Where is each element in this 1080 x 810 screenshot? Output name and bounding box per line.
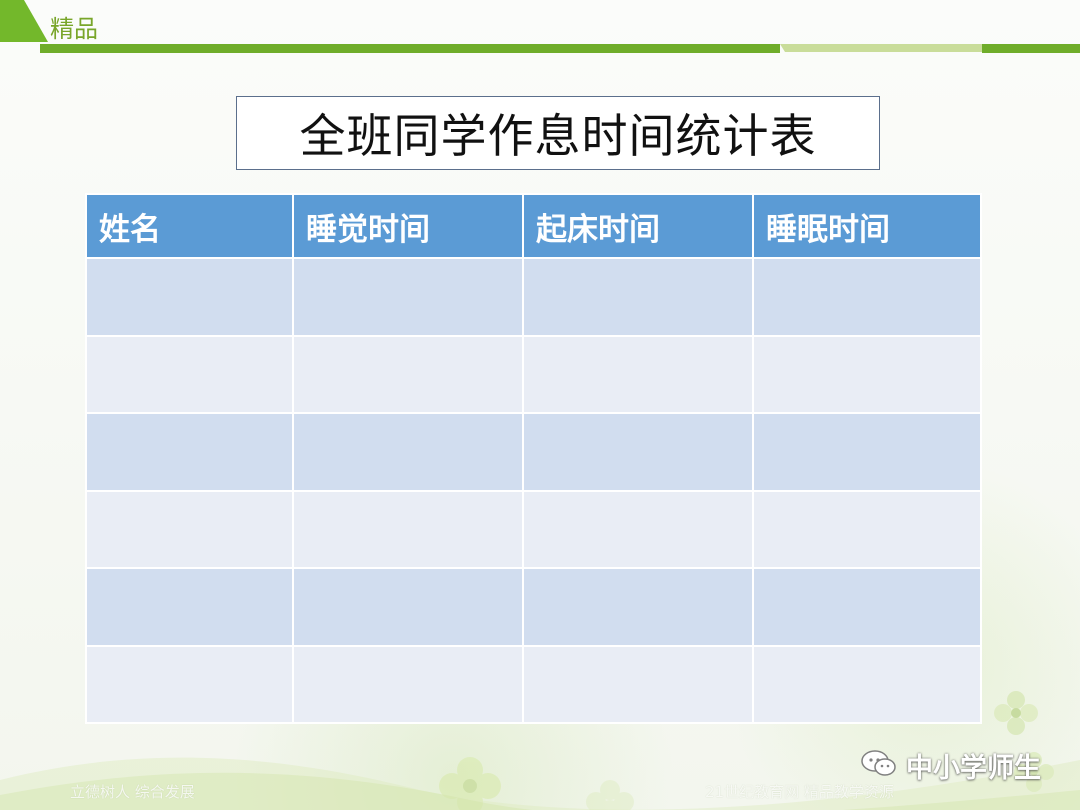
table-cell: [522, 334, 754, 414]
table-cell: [522, 489, 754, 569]
table-row: [85, 412, 982, 492]
table-cell: [752, 257, 982, 337]
table-row: [85, 644, 982, 724]
header-decoration: [0, 0, 1080, 53]
table-row: [85, 489, 982, 569]
table-cell: [752, 334, 982, 414]
table-cell: [292, 644, 524, 724]
table-cell: [85, 567, 294, 647]
title-box: 全班同学作息时间统计表: [236, 96, 880, 170]
table-cell: [752, 412, 982, 492]
brand-name: 中小学师生: [906, 753, 1041, 784]
table-cell: [85, 412, 294, 492]
header-bar: 精品: [0, 0, 1080, 60]
header-wake-time: 起床时间: [522, 193, 754, 259]
table-cell: [85, 489, 294, 569]
table-cell: [292, 489, 524, 569]
table-cell: [292, 412, 524, 492]
table-cell: [292, 334, 524, 414]
table-row: [85, 567, 982, 647]
header-label: 精品: [50, 15, 98, 43]
page-title: 全班同学作息时间统计表: [299, 109, 817, 163]
header-sleep-duration: 睡眠时间: [752, 193, 982, 259]
table-cell: [292, 257, 524, 337]
table-cell: [522, 644, 754, 724]
table-cell: [752, 489, 982, 569]
table-cell: [752, 644, 982, 724]
table-cell: [85, 257, 294, 337]
table-cell: [85, 334, 294, 414]
statistics-table-container: 姓名 睡觉时间 起床时间 睡眠时间: [85, 193, 982, 724]
brand-watermark: 中小学师生: [860, 746, 1041, 785]
header-sleep-time: 睡觉时间: [292, 193, 524, 259]
table-cell: [522, 412, 754, 492]
wechat-icon: [860, 748, 898, 784]
table-cell: [522, 257, 754, 337]
table-row: [85, 257, 982, 337]
header-name: 姓名: [85, 193, 294, 259]
statistics-table: 姓名 睡觉时间 起床时间 睡眠时间: [85, 193, 982, 724]
table-cell: [85, 644, 294, 724]
table-cell: [292, 567, 524, 647]
table-cell: [752, 567, 982, 647]
table-cell: [522, 567, 754, 647]
footer-left-text: 立德树人 综合发展: [70, 783, 195, 801]
table-row: [85, 334, 982, 414]
table-header-row: 姓名 睡觉时间 起床时间 睡眠时间: [85, 193, 982, 259]
